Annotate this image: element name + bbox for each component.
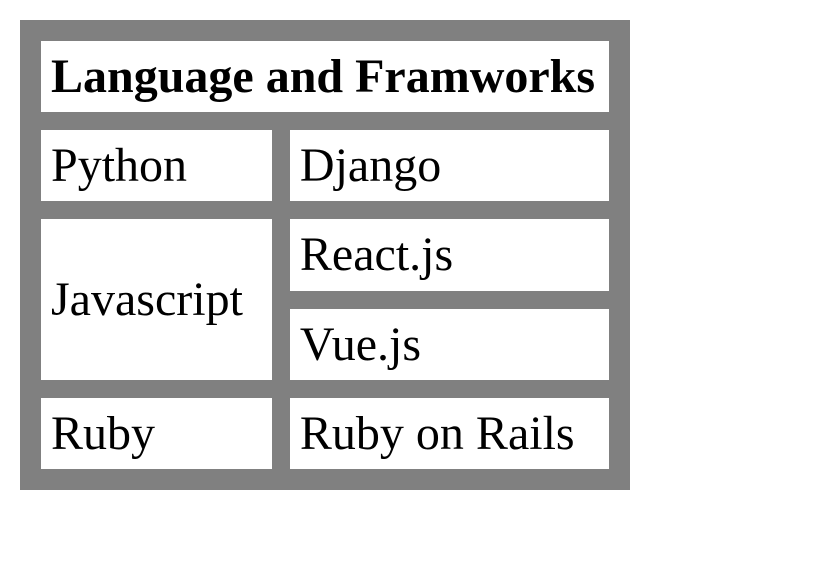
language-cell: Python: [36, 125, 277, 206]
framework-cell: Vue.js: [285, 304, 614, 385]
table-row: Javascript React.js: [36, 214, 614, 295]
language-cell: Javascript: [36, 214, 277, 384]
framework-cell: Ruby on Rails: [285, 393, 614, 474]
framework-cell: Django: [285, 125, 614, 206]
framework-cell: React.js: [285, 214, 614, 295]
language-frameworks-table: Language and Framworks Python Django Jav…: [20, 20, 630, 490]
table-row: Ruby Ruby on Rails: [36, 393, 614, 474]
language-cell: Ruby: [36, 393, 277, 474]
table-row: Python Django: [36, 125, 614, 206]
table-header: Language and Framworks: [36, 36, 614, 117]
